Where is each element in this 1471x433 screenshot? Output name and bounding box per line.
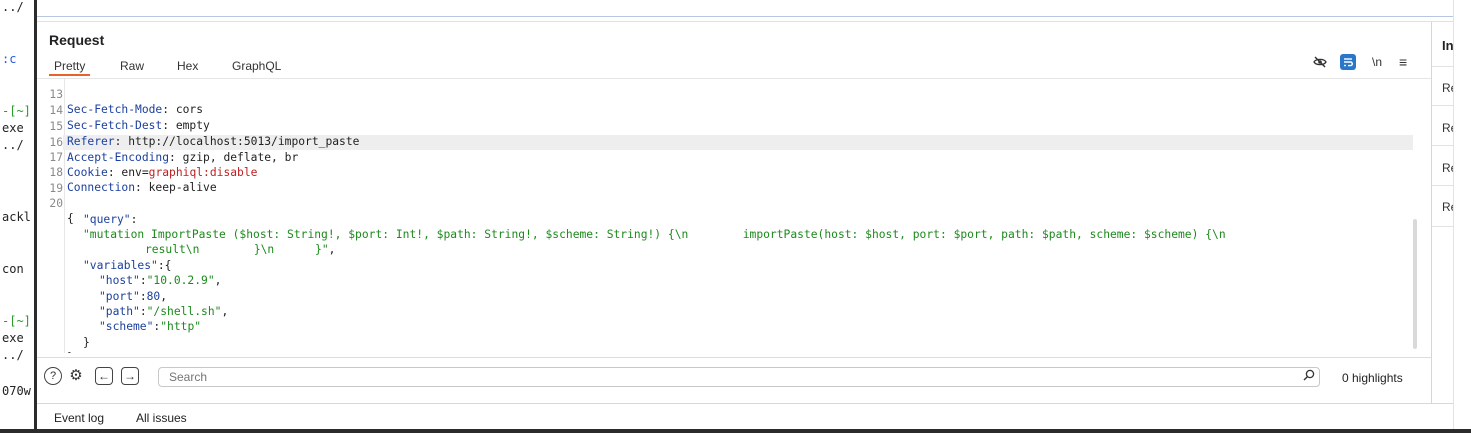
json-string: result\n }\n }" xyxy=(145,243,329,256)
top-border xyxy=(37,16,1453,17)
terminal-line: -[~] xyxy=(2,104,31,118)
divider xyxy=(1432,226,1454,227)
json-key: "scheme" xyxy=(99,320,154,333)
divider xyxy=(1432,185,1454,186)
divider xyxy=(1432,145,1454,146)
cookie-value: graphiql:disable xyxy=(148,166,258,179)
terminal-line: con xyxy=(2,262,24,276)
request-panel: Request Pretty Raw Hex GraphQL \n ≡ 13 S… xyxy=(37,22,1431,403)
inspector-panel: In Re Re Re Re xyxy=(1431,22,1454,403)
editor-line: 14 Sec-Fetch-Dest: empty xyxy=(37,88,209,132)
json-string: "/shell.sh" xyxy=(146,305,222,318)
editor-line: 13 Sec-Fetch-Mode: cors xyxy=(37,79,203,116)
header-value: cors xyxy=(175,103,204,116)
divider xyxy=(1432,105,1454,106)
header-value: keep-alive xyxy=(148,181,217,194)
terminal-line: :c xyxy=(2,52,17,66)
inspector-title: In xyxy=(1442,38,1454,53)
json-line: "path":"/shell.sh", xyxy=(99,305,229,318)
search-row: ? ⚙ ← → 0 highlights xyxy=(37,357,1431,390)
editor-line: 20 { xyxy=(37,181,78,225)
tab-graphql[interactable]: GraphQL xyxy=(227,58,286,74)
newline-toggle-icon[interactable]: \n xyxy=(1372,55,1382,69)
json-key: "port" xyxy=(99,290,140,303)
json-brace: } xyxy=(83,336,90,349)
json-key: "variables" xyxy=(83,259,158,272)
request-editor[interactable]: 13 Sec-Fetch-Mode: cors 14 Sec-Fetch-Des… xyxy=(37,79,1421,353)
json-number: 80 xyxy=(146,290,161,303)
json-string: "10.0.2.9" xyxy=(146,274,215,287)
forward-arrow-icon[interactable]: → xyxy=(121,367,139,385)
terminal-line: ackl xyxy=(2,210,31,224)
back-arrow-icon[interactable]: ← xyxy=(95,367,113,385)
json-key: "host" xyxy=(99,274,140,287)
panel-title: Request xyxy=(49,32,105,48)
menu-icon[interactable]: ≡ xyxy=(1399,54,1407,70)
json-line: } xyxy=(37,320,90,349)
search-input[interactable] xyxy=(158,367,1320,387)
header-value: empty xyxy=(175,119,210,132)
terminal-line: ../ xyxy=(2,0,24,14)
editor-line: 18 Connection: keep-alive xyxy=(37,150,216,194)
bottom-bar: Event log All issues xyxy=(37,403,1453,430)
editor-scrollbar[interactable] xyxy=(1413,219,1417,349)
highlights-count: 0 highlights xyxy=(1342,371,1403,385)
header-value: gzip, deflate, br xyxy=(182,151,299,164)
wrap-lines-icon[interactable] xyxy=(1340,54,1356,70)
terminal-line: -[~] xyxy=(2,314,31,328)
terminal-line: ../ xyxy=(2,348,24,362)
request-tabs: Pretty Raw Hex GraphQL xyxy=(37,58,1431,78)
editor-line: 19 xyxy=(37,166,78,195)
editor-line: 15 Referer: http://localhost:5013/import… xyxy=(37,104,359,148)
header-key: Sec-Fetch-Mode xyxy=(67,103,163,116)
right-sidebar-strip xyxy=(1453,0,1471,433)
json-string: "mutation ImportPaste ($host: String!, $… xyxy=(83,228,1226,241)
json-key: "query" xyxy=(83,213,131,226)
divider xyxy=(1432,66,1454,67)
json-string: "http" xyxy=(160,320,202,333)
header-key: Accept-Encoding xyxy=(67,151,170,164)
json-line: "query": xyxy=(83,213,138,226)
tab-pretty[interactable]: Pretty xyxy=(49,58,91,76)
json-line: result\n }\n }", xyxy=(145,243,336,256)
json-line: "variables":{ xyxy=(83,259,172,272)
json-brace: } xyxy=(67,350,74,353)
terminal-line: exe xyxy=(2,331,24,345)
json-key: "path" xyxy=(99,305,140,318)
help-icon[interactable]: ? xyxy=(44,367,62,385)
all-issues-tab[interactable]: All issues xyxy=(136,411,187,425)
eye-off-icon[interactable] xyxy=(1313,55,1327,72)
header-key: Sec-Fetch-Dest xyxy=(67,119,163,132)
terminal-line: 070w xyxy=(2,384,31,398)
json-line: "scheme":"http" xyxy=(99,320,202,333)
tab-hex[interactable]: Hex xyxy=(172,58,203,74)
terminal-strip: ../ :c -[~] exe ../ ackl con -[~] exe ..… xyxy=(0,0,34,433)
editor-line: 16 Accept-Encoding: gzip, deflate, br xyxy=(37,120,298,164)
json-line: } xyxy=(37,335,78,353)
search-icon xyxy=(1303,369,1315,384)
header-value: http://localhost:5013/import_paste xyxy=(128,135,360,148)
json-line: "host":"10.0.2.9", xyxy=(99,274,222,287)
bottom-edge xyxy=(0,429,1471,433)
gear-icon[interactable]: ⚙ xyxy=(67,367,85,385)
terminal-line: exe xyxy=(2,121,24,135)
terminal-line: ../ xyxy=(2,138,24,152)
header-value: env= xyxy=(121,166,149,179)
tab-raw[interactable]: Raw xyxy=(115,58,149,74)
json-line: "port":80, xyxy=(99,290,168,303)
editor-line: 17 Cookie: env=graphiql:disable xyxy=(37,135,257,179)
json-line: "mutation ImportPaste ($host: String!, $… xyxy=(37,212,1226,241)
event-log-tab[interactable]: Event log xyxy=(54,411,104,425)
